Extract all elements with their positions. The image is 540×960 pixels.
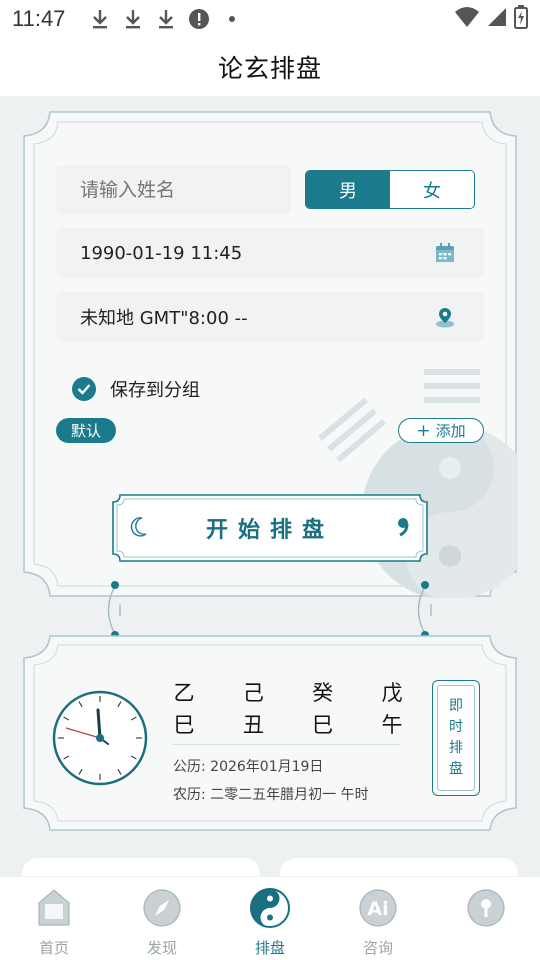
earthly-branches-row: 巳 丑 巳 午 bbox=[172, 708, 404, 740]
stem-month: 己 bbox=[242, 681, 264, 705]
nav-discover-label: 发现 bbox=[146, 939, 177, 957]
birth-datetime-value: 1990-01-19 11:45 bbox=[80, 242, 243, 264]
birth-location-value: 未知地 GMT"8:00 -- bbox=[80, 308, 248, 329]
home-icon bbox=[38, 889, 70, 926]
branch-month: 丑 bbox=[242, 713, 264, 737]
branch-day: 巳 bbox=[312, 713, 334, 737]
gender-male-option[interactable]: 男 bbox=[306, 171, 390, 208]
heavenly-stems-row: 乙 己 癸 戊 bbox=[172, 676, 404, 708]
add-group-button[interactable]: + 添加 bbox=[398, 418, 484, 443]
download-icon bbox=[155, 8, 177, 30]
signal-icon bbox=[486, 6, 508, 33]
calendar-icon[interactable] bbox=[434, 242, 456, 264]
download-icon bbox=[122, 8, 144, 30]
yin-yang-icon bbox=[250, 888, 290, 928]
nav-home-label: 首页 bbox=[38, 939, 69, 957]
stem-day: 癸 bbox=[312, 681, 334, 705]
location-pin-icon[interactable] bbox=[434, 306, 456, 328]
nav-profile[interactable] bbox=[432, 877, 540, 960]
button-inner-border bbox=[437, 685, 475, 791]
nav-discover[interactable]: 发现 bbox=[108, 877, 216, 960]
nav-chart[interactable]: 排盘 bbox=[216, 877, 324, 960]
hanging-strings bbox=[107, 581, 432, 639]
nav-consult-label: 咨询 bbox=[362, 939, 393, 957]
save-to-group-row[interactable]: 保存到分组 bbox=[72, 376, 200, 402]
stem-hour: 戊 bbox=[381, 681, 403, 705]
branch-hour: 午 bbox=[381, 713, 403, 737]
clock-icon bbox=[52, 690, 148, 786]
bottom-nav: 首页 发现 排盘 Ai 咨询 bbox=[0, 876, 540, 960]
stem-year: 乙 bbox=[173, 681, 195, 705]
lunar-date: 农历: 二零二五年腊月初一 午时 bbox=[173, 787, 369, 803]
save-to-group-label: 保存到分组 bbox=[110, 380, 200, 401]
plus-icon: + bbox=[416, 420, 431, 441]
add-group-label: 添加 bbox=[435, 422, 466, 440]
app-header: 论玄排盘 bbox=[0, 38, 540, 96]
wifi-icon bbox=[454, 6, 480, 33]
ai-icon: Ai bbox=[359, 889, 397, 927]
status-time: 11:47 bbox=[12, 6, 66, 31]
gender-female-option[interactable]: 女 bbox=[390, 171, 474, 208]
nav-home[interactable]: 首页 bbox=[0, 877, 108, 960]
nav-chart-label: 排盘 bbox=[254, 939, 285, 957]
status-bar: 11:47 bbox=[0, 0, 540, 38]
svg-text:Ai: Ai bbox=[367, 898, 388, 920]
page-title: 论玄排盘 bbox=[217, 54, 322, 83]
birth-location-field[interactable]: 未知地 GMT"8:00 -- bbox=[56, 292, 484, 342]
compass-icon bbox=[143, 889, 181, 927]
branch-year: 巳 bbox=[173, 713, 195, 737]
group-tag-default[interactable]: 默认 bbox=[56, 418, 116, 443]
gender-toggle: 男 女 bbox=[305, 170, 475, 209]
nav-consult[interactable]: Ai 咨询 bbox=[324, 877, 432, 960]
start-chart-label: 开始排盘 bbox=[205, 517, 334, 543]
alert-icon bbox=[188, 8, 210, 30]
dot-icon bbox=[221, 8, 243, 30]
profile-icon bbox=[467, 889, 505, 927]
instant-chart-button[interactable]: 即 时 排 盘 bbox=[432, 680, 480, 796]
solar-date: 公历: 2026年01月19日 bbox=[173, 759, 324, 775]
divider bbox=[172, 744, 400, 745]
birth-datetime-field[interactable]: 1990-01-19 11:45 bbox=[56, 228, 484, 278]
checkbox-checked-icon[interactable] bbox=[72, 377, 96, 401]
start-chart-button[interactable]: 开始排盘 bbox=[112, 494, 428, 562]
download-icon bbox=[89, 8, 111, 30]
bazi-pillars: 乙 己 癸 戊 巳 丑 巳 午 bbox=[172, 676, 404, 740]
battery-icon bbox=[514, 4, 528, 34]
name-input[interactable] bbox=[56, 165, 291, 215]
